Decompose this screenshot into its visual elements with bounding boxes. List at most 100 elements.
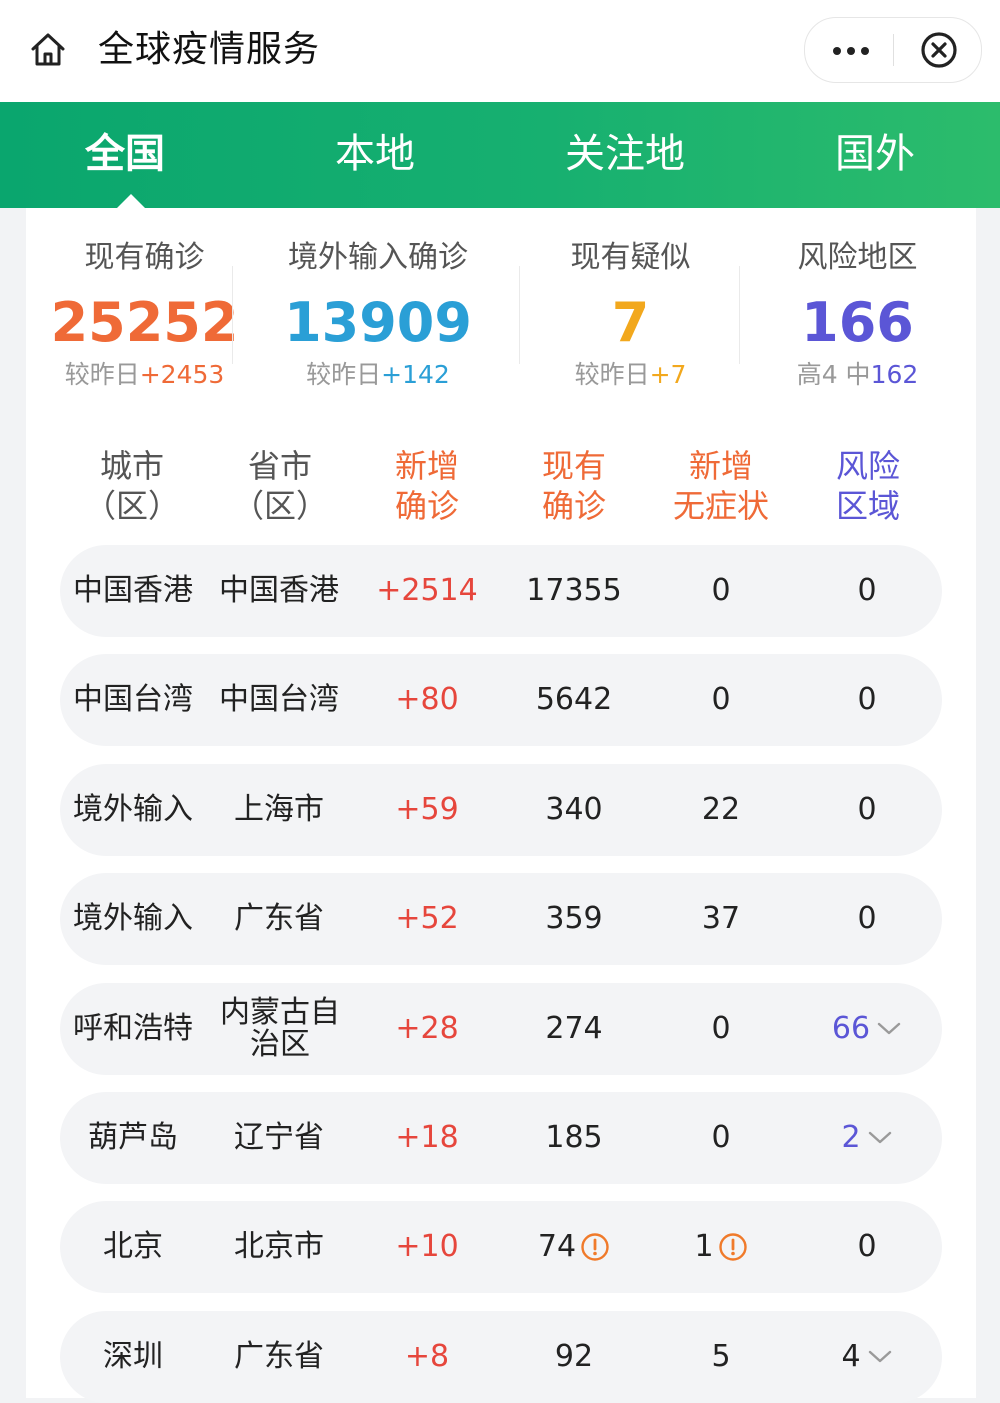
current-confirmed-cell[interactable]: 74	[500, 1201, 648, 1293]
stat-label: 现有疑似	[570, 240, 691, 275]
warning-icon[interactable]	[718, 1232, 748, 1262]
new-asymptomatic-cell: 0	[711, 682, 731, 717]
risk-area-cell: 0	[857, 682, 877, 717]
risk-area-cell: 0	[857, 792, 877, 827]
current-confirmed-cell: 340	[545, 792, 603, 827]
new-asymptomatic-cell[interactable]: 1	[647, 1201, 795, 1293]
risk-area-count: 66	[831, 1011, 871, 1046]
epidemic-card: 现有确诊 25252 较昨日+2453 境外输入确诊 13909 较昨日+142…	[26, 208, 976, 1403]
stat-label: 境外输入确诊	[288, 240, 468, 275]
stat-imported-confirmed[interactable]: 境外输入确诊 13909 较昨日+142	[258, 208, 498, 398]
stat-change: 较昨日+2453	[64, 360, 225, 389]
tab-national[interactable]: 全国	[0, 102, 250, 208]
city-cell: 中国台湾	[73, 682, 193, 717]
stat-value: 13909	[284, 291, 472, 354]
column-header-province: 省市 （区）	[231, 447, 328, 525]
stat-value: 25252	[50, 291, 239, 354]
new-confirmed-cell: +59	[395, 792, 459, 827]
chevron-down-icon	[868, 1350, 891, 1363]
stat-change: 高4 中162	[796, 360, 919, 389]
new-asymptomatic-cell: 0	[711, 1120, 731, 1155]
province-cell: 辽宁省	[234, 1120, 324, 1155]
new-asymptomatic-value: 1	[694, 1229, 714, 1264]
mini-program-capsule	[804, 17, 982, 83]
close-circle-icon[interactable]	[919, 30, 959, 70]
risk-area-cell: 0	[857, 1229, 877, 1264]
active-tab-pointer	[117, 194, 145, 208]
table-row[interactable]: 境外输入 广东省 +52 359 37 0	[60, 873, 942, 965]
city-cell: 北京	[103, 1229, 163, 1264]
table-row[interactable]: 境外输入 上海市 +59 340 22 0	[60, 764, 942, 856]
city-cell: 境外输入	[73, 792, 193, 827]
risk-area-count: 2	[841, 1120, 861, 1155]
title-bar: 全球疫情服务	[0, 0, 1000, 102]
current-confirmed-cell: 17355	[526, 573, 622, 608]
province-cell: 中国香港	[219, 573, 339, 608]
chevron-down-icon	[877, 1022, 901, 1035]
page-title: 全球疫情服务	[98, 29, 321, 70]
stat-divider	[232, 266, 233, 364]
risk-area-expander[interactable]: 2	[793, 1092, 941, 1184]
column-header-risk-area: 风险 区域	[835, 447, 900, 525]
new-confirmed-cell: +2514	[376, 573, 478, 608]
column-header-current-confirmed: 现有 确诊	[541, 447, 606, 525]
province-cell: 北京市	[234, 1229, 324, 1264]
city-cell: 葫芦岛	[88, 1120, 178, 1155]
city-cell: 中国香港	[73, 573, 193, 608]
capsule-divider	[893, 34, 894, 66]
current-confirmed-cell: 5642	[535, 682, 613, 717]
stat-label: 现有确诊	[84, 240, 205, 275]
stat-current-confirmed[interactable]: 现有确诊 25252 较昨日+2453	[26, 208, 263, 398]
new-confirmed-cell: +28	[395, 1011, 459, 1046]
stat-change: 较昨日+142	[306, 360, 450, 389]
new-confirmed-cell: +8	[404, 1339, 450, 1374]
table-row[interactable]: 中国香港 中国香港 +2514 17355 0 0	[60, 545, 942, 637]
current-confirmed-cell: 92	[554, 1339, 594, 1374]
tab-local[interactable]: 本地	[250, 102, 500, 208]
warning-icon[interactable]	[580, 1232, 610, 1262]
table-row[interactable]: 中国台湾 中国台湾 +80 5642 0 0	[60, 654, 942, 746]
column-header-city: 城市 （区）	[83, 447, 180, 525]
tab-overseas[interactable]: 国外	[750, 102, 1000, 208]
city-cell: 深圳	[103, 1339, 163, 1374]
table-row[interactable]: 深圳 广东省 +8 92 5 4	[60, 1311, 942, 1403]
province-cell: 上海市	[234, 792, 324, 827]
region-tab-bar: 全国 本地 关注地 国外	[0, 102, 1000, 208]
risk-area-cell: 0	[857, 901, 877, 936]
stat-risk-areas[interactable]: 风险地区 166 高4 中162	[739, 208, 976, 398]
table-row[interactable]: 葫芦岛 辽宁省 +18 185 0 2	[60, 1092, 942, 1184]
province-cell: 广东省	[234, 1339, 324, 1374]
province-cell: 内蒙古自治区	[220, 995, 340, 1062]
stat-value: 7	[611, 291, 650, 354]
home-icon[interactable]	[28, 30, 68, 70]
more-dots-icon[interactable]	[805, 18, 893, 82]
risk-area-expander[interactable]: 66	[793, 983, 941, 1075]
new-confirmed-cell: +80	[395, 682, 459, 717]
current-confirmed-cell: 359	[545, 901, 603, 936]
stat-change: 较昨日+7	[574, 360, 687, 389]
new-asymptomatic-cell: 0	[711, 1011, 731, 1046]
column-header-new-confirmed: 新增 确诊	[394, 447, 459, 525]
new-confirmed-cell: +10	[395, 1229, 459, 1264]
new-asymptomatic-cell: 5	[711, 1339, 731, 1374]
new-asymptomatic-cell: 22	[701, 792, 741, 827]
risk-area-count: 4	[841, 1339, 861, 1374]
province-cell: 广东省	[234, 901, 324, 936]
city-cell: 境外输入	[73, 901, 193, 936]
column-header-new-asymptomatic: 新增 无症状	[672, 447, 769, 525]
chevron-down-icon	[868, 1131, 891, 1144]
table-row[interactable]: 呼和浩特 内蒙古自治区 +28 274 0 66	[60, 983, 942, 1075]
table-row[interactable]: 北京 北京市 +10 74 1 0	[60, 1201, 942, 1293]
new-confirmed-cell: +52	[395, 901, 459, 936]
province-cell: 中国台湾	[219, 682, 339, 717]
new-asymptomatic-cell: 37	[701, 901, 741, 936]
stat-value: 166	[801, 291, 914, 354]
city-cell: 呼和浩特	[73, 1011, 193, 1046]
risk-area-expander[interactable]: 4	[793, 1311, 941, 1403]
current-confirmed-cell: 274	[545, 1011, 603, 1046]
tab-followed[interactable]: 关注地	[500, 102, 750, 208]
current-confirmed-value: 74	[537, 1229, 577, 1264]
risk-area-cell: 0	[857, 573, 877, 608]
stat-suspected[interactable]: 现有疑似 7 较昨日+7	[512, 208, 749, 398]
stat-label: 风险地区	[797, 240, 918, 275]
